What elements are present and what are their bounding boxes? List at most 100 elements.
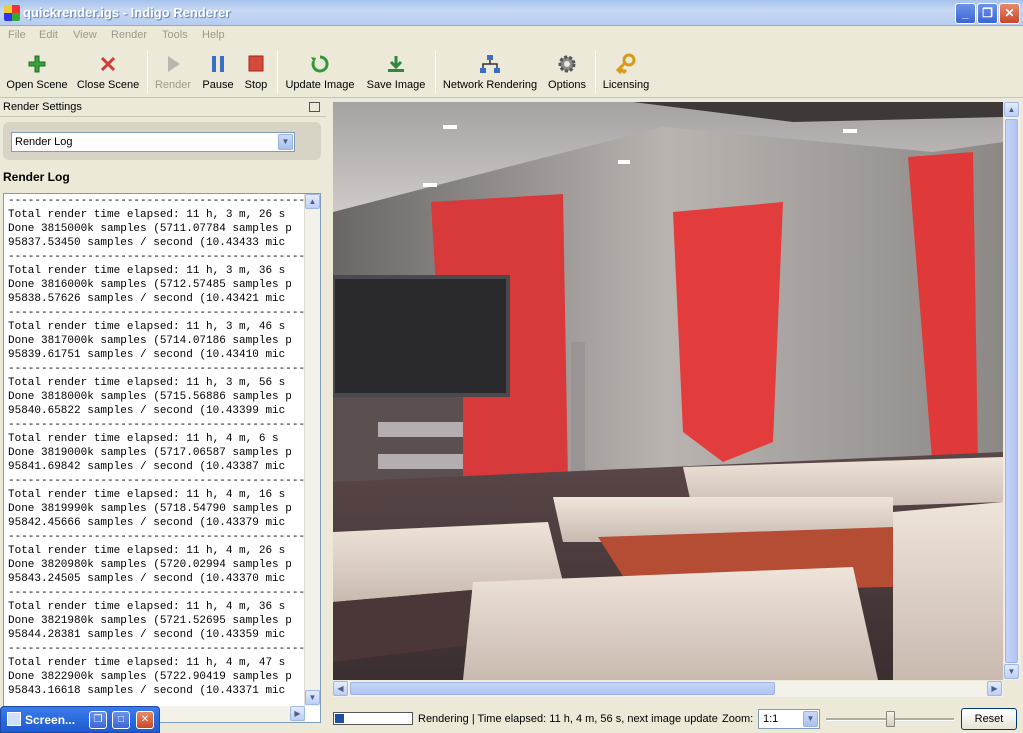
scroll-right-icon[interactable]: ▶ bbox=[987, 681, 1002, 696]
app-icon bbox=[4, 5, 20, 21]
menu-tools[interactable]: Tools bbox=[162, 29, 188, 41]
render-progress-bar bbox=[333, 712, 413, 725]
log-line: Done 3821980k samples (5721.52695 sample… bbox=[8, 615, 292, 627]
zoom-value: 1:1 bbox=[763, 713, 779, 725]
view-select-value: Render Log bbox=[15, 136, 73, 148]
render-settings-header: Render Settings bbox=[0, 99, 326, 117]
log-line: 95840.65822 samples / second (10.43399 m… bbox=[8, 405, 286, 417]
log-line: ----------------------------------------… bbox=[8, 531, 305, 543]
log-line: 95839.61751 samples / second (10.43410 m… bbox=[8, 349, 286, 361]
render-progress-fill bbox=[335, 714, 344, 723]
options-label: Options bbox=[548, 79, 586, 91]
log-line: ----------------------------------------… bbox=[8, 475, 305, 487]
menu-edit[interactable]: Edit bbox=[39, 29, 58, 41]
log-line: 95842.45666 samples / second (10.43379 m… bbox=[8, 517, 286, 529]
scroll-left-icon[interactable]: ◀ bbox=[333, 681, 348, 696]
panel-title: Render Settings bbox=[3, 101, 82, 113]
log-line: ----------------------------------------… bbox=[8, 251, 305, 263]
scroll-up-icon[interactable]: ▲ bbox=[1004, 102, 1019, 117]
log-line: Total render time elapsed: 11 h, 4 m, 47… bbox=[8, 657, 286, 669]
float-panel-button[interactable] bbox=[309, 102, 320, 112]
close-button[interactable]: ✕ bbox=[999, 3, 1020, 24]
log-line: Done 3819990k samples (5718.54790 sample… bbox=[8, 503, 292, 515]
taskbar-label: Screen... bbox=[25, 713, 76, 727]
view-select[interactable]: Render Log ▼ bbox=[11, 132, 295, 152]
log-line: Done 3819000k samples (5717.06587 sample… bbox=[8, 447, 292, 459]
log-line: Total render time elapsed: 11 h, 4 m, 26… bbox=[8, 545, 286, 557]
horizontal-scroll-thumb[interactable] bbox=[350, 682, 775, 695]
save-image-button[interactable]: Save Image bbox=[363, 49, 429, 95]
toolbar-separator bbox=[277, 51, 278, 93]
scroll-up-icon[interactable]: ▲ bbox=[305, 194, 320, 209]
toolbar-separator bbox=[595, 51, 596, 93]
toolbar-separator bbox=[435, 51, 436, 93]
render-button[interactable]: Render bbox=[152, 49, 194, 95]
chevron-down-icon[interactable]: ▼ bbox=[803, 711, 818, 727]
image-vertical-scrollbar[interactable]: ▲ ▼ bbox=[1004, 102, 1020, 680]
render-log[interactable]: ----------------------------------------… bbox=[3, 193, 321, 723]
vertical-scroll-thumb[interactable] bbox=[1005, 119, 1018, 663]
stop-button[interactable]: Stop bbox=[240, 49, 272, 95]
taskbar-button[interactable]: Screen... ❐ □ ✕ bbox=[0, 706, 160, 733]
log-line: Total render time elapsed: 11 h, 3 m, 26… bbox=[8, 209, 286, 221]
screen-icon bbox=[7, 712, 21, 726]
zoom-select[interactable]: 1:1 ▼ bbox=[758, 709, 820, 729]
maximize-icon[interactable]: □ bbox=[112, 711, 130, 729]
scroll-down-icon[interactable]: ▼ bbox=[305, 690, 320, 705]
render-image[interactable] bbox=[333, 102, 1003, 680]
menu-file[interactable]: File bbox=[8, 29, 26, 41]
log-line: Total render time elapsed: 11 h, 3 m, 36… bbox=[8, 265, 286, 277]
save-image-label: Save Image bbox=[366, 79, 426, 91]
network-rendering-button[interactable]: Network Rendering bbox=[440, 49, 540, 95]
menu-render[interactable]: Render bbox=[111, 29, 147, 41]
network-icon bbox=[480, 55, 500, 73]
play-icon bbox=[168, 56, 180, 72]
pause-button[interactable]: Pause bbox=[199, 49, 237, 95]
log-line: Total render time elapsed: 11 h, 4 m, 16… bbox=[8, 489, 286, 501]
open-scene-button[interactable]: Open Scene bbox=[4, 49, 70, 95]
menu-help[interactable]: Help bbox=[202, 29, 225, 41]
status-bar: Rendering | Time elapsed: 11 h, 4 m, 56 … bbox=[326, 704, 1023, 733]
log-line: Total render time elapsed: 11 h, 4 m, 6 … bbox=[8, 433, 279, 445]
log-line: ----------------------------------------… bbox=[8, 195, 305, 207]
log-line: ----------------------------------------… bbox=[8, 587, 305, 599]
log-line: Done 3815000k samples (5711.07784 sample… bbox=[8, 223, 292, 235]
window-title: quickrender.igs - Indigo Renderer bbox=[23, 5, 231, 20]
zoom-slider-thumb[interactable] bbox=[886, 711, 895, 727]
update-image-label: Update Image bbox=[285, 79, 355, 91]
menu-view[interactable]: View bbox=[73, 29, 97, 41]
scroll-right-icon[interactable]: ▶ bbox=[290, 706, 305, 721]
log-line: ----------------------------------------… bbox=[8, 363, 305, 375]
close-icon[interactable]: ✕ bbox=[136, 711, 154, 729]
maximize-button[interactable]: ❐ bbox=[977, 3, 998, 24]
options-button[interactable]: Options bbox=[545, 49, 589, 95]
log-line: 95843.24505 samples / second (10.43370 m… bbox=[8, 573, 286, 585]
zoom-slider[interactable] bbox=[826, 709, 956, 729]
log-line: 95841.69842 samples / second (10.43387 m… bbox=[8, 461, 286, 473]
update-image-button[interactable]: Update Image bbox=[283, 49, 357, 95]
log-line: Done 3820980k samples (5720.02994 sample… bbox=[8, 559, 292, 571]
licensing-button[interactable]: Licensing bbox=[600, 49, 652, 95]
scroll-down-icon[interactable]: ▼ bbox=[1004, 664, 1019, 679]
log-line: Total render time elapsed: 11 h, 3 m, 56… bbox=[8, 377, 286, 389]
toolbar: Open Scene Close Scene Render Pause Stop… bbox=[0, 45, 1023, 98]
log-line: 95843.16618 samples / second (10.43371 m… bbox=[8, 685, 286, 697]
title-bar[interactable]: quickrender.igs - Indigo Renderer _ ❐ ✕ bbox=[0, 0, 1023, 26]
close-scene-button[interactable]: Close Scene bbox=[74, 49, 142, 95]
plus-icon bbox=[28, 55, 46, 73]
network-rendering-label: Network Rendering bbox=[442, 79, 538, 91]
download-icon bbox=[388, 56, 404, 72]
log-line: Total render time elapsed: 11 h, 4 m, 36… bbox=[8, 601, 286, 613]
pause-icon bbox=[212, 56, 224, 72]
chevron-down-icon[interactable]: ▼ bbox=[278, 134, 293, 150]
reset-button[interactable]: Reset bbox=[961, 708, 1017, 730]
restore-icon[interactable]: ❐ bbox=[89, 711, 107, 729]
log-line: ----------------------------------------… bbox=[8, 643, 305, 655]
image-horizontal-scrollbar[interactable]: ◀ ▶ bbox=[333, 681, 1003, 697]
open-scene-label: Open Scene bbox=[6, 79, 68, 91]
log-heading: Render Log bbox=[3, 170, 70, 184]
log-vertical-scrollbar[interactable]: ▲ ▼ bbox=[304, 194, 320, 706]
view-selector-area: Render Log ▼ bbox=[3, 122, 321, 160]
minimize-button[interactable]: _ bbox=[955, 3, 976, 24]
log-line: 95838.57626 samples / second (10.43421 m… bbox=[8, 293, 286, 305]
